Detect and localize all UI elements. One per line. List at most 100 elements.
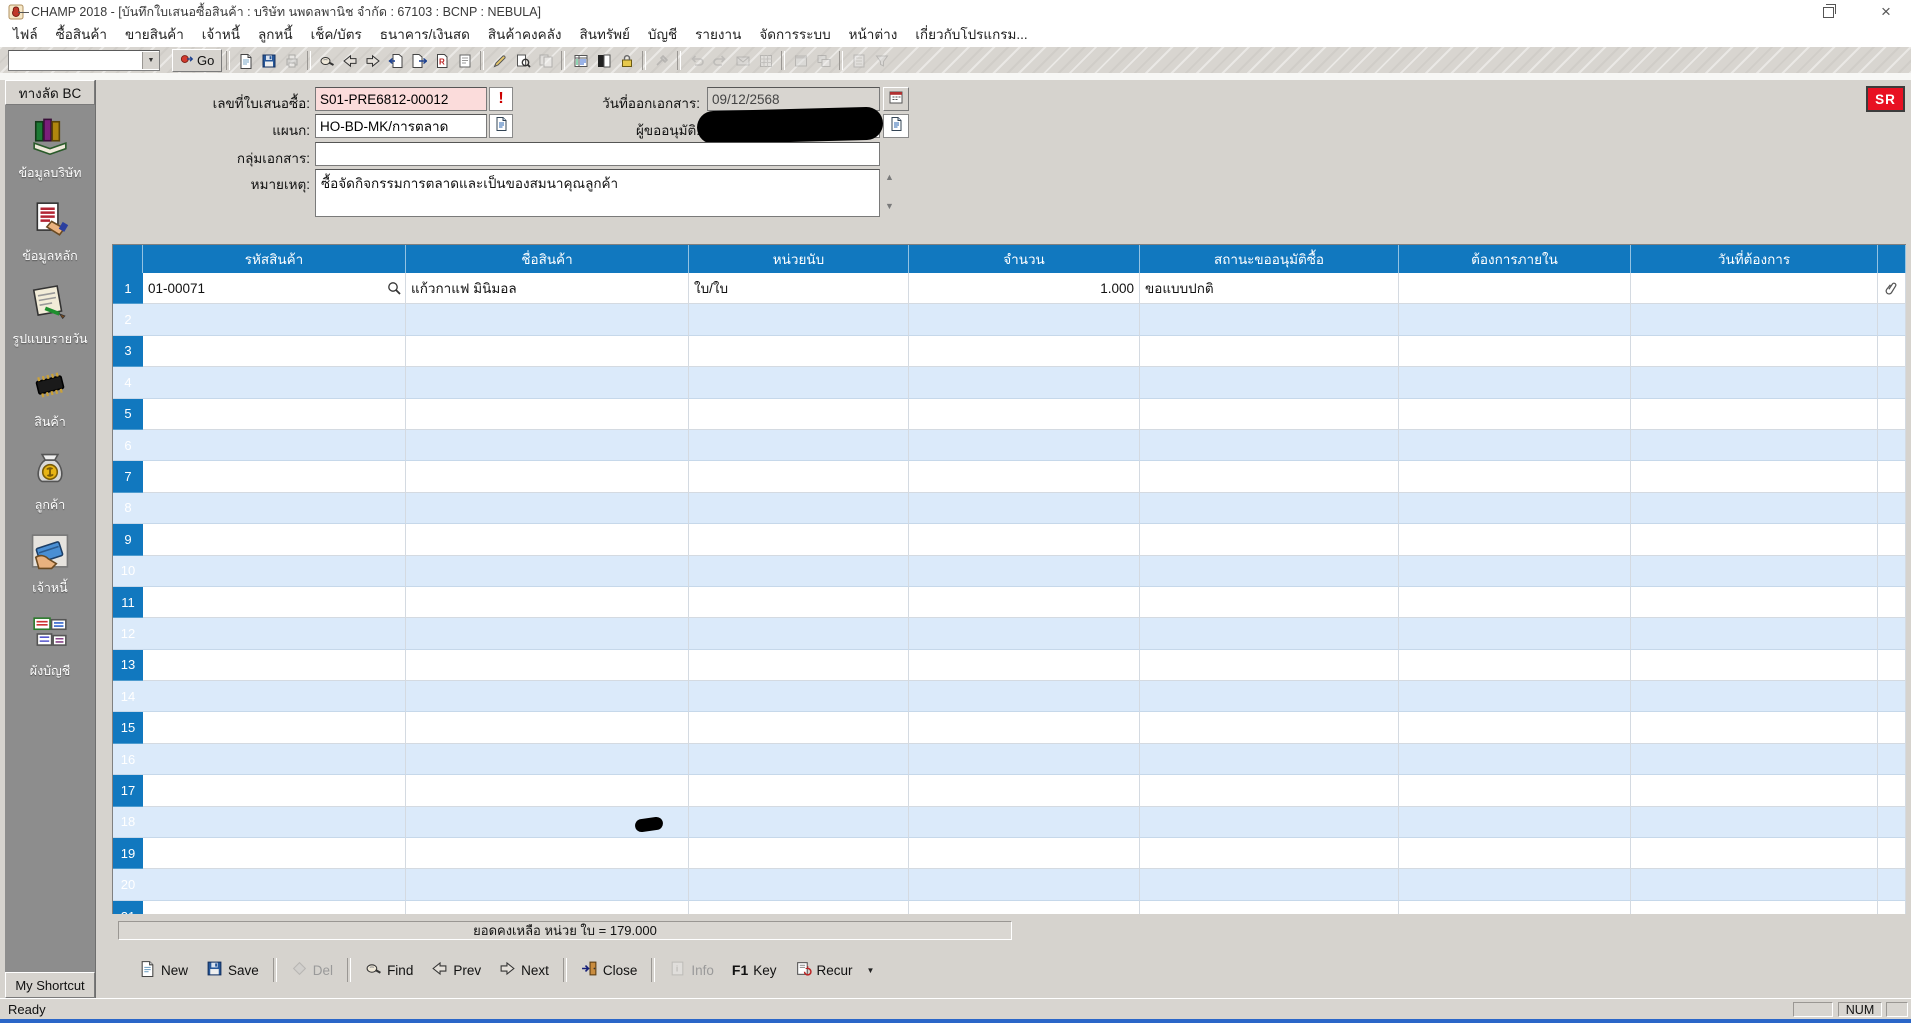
cell-need_within[interactable] xyxy=(1399,806,1631,839)
cell-attach[interactable] xyxy=(1878,900,1906,914)
cell-need_date[interactable] xyxy=(1631,273,1878,305)
cell-name[interactable] xyxy=(406,838,689,870)
cell-qty[interactable] xyxy=(909,712,1140,744)
sidebar-item-product-chip[interactable]: สินค้า xyxy=(28,366,72,432)
view-doc-icon[interactable] xyxy=(454,50,475,71)
sidebar-item-customer-bag[interactable]: ลูกค้า xyxy=(28,449,72,515)
cell-code[interactable] xyxy=(143,712,406,744)
menu-item-14[interactable]: เกี่ยวกับโปรแกรม... xyxy=(906,24,1036,46)
menu-item-1[interactable]: ไฟล์ xyxy=(4,24,47,46)
my-shortcut-button[interactable]: My Shortcut xyxy=(5,972,95,998)
doc-no-field[interactable] xyxy=(315,87,487,111)
cell-name[interactable] xyxy=(406,367,689,399)
cell-qty[interactable]: 1.000 xyxy=(909,273,1140,305)
cell-need_date[interactable] xyxy=(1631,869,1878,901)
preview-icon[interactable] xyxy=(512,50,533,71)
cell-status[interactable] xyxy=(1140,492,1399,525)
cell-unit[interactable] xyxy=(689,398,909,430)
cell-status[interactable] xyxy=(1140,900,1399,914)
cell-need_date[interactable] xyxy=(1631,335,1878,368)
chevron-down-icon[interactable]: ▼ xyxy=(142,52,159,69)
cell-need_within[interactable] xyxy=(1399,524,1631,556)
cell-need_within[interactable] xyxy=(1399,618,1631,650)
row-number[interactable]: 10 xyxy=(113,555,143,587)
cell-need_within[interactable] xyxy=(1399,492,1631,525)
sidebar-item-vendor-card[interactable]: เจ้าหนี้ xyxy=(28,532,72,598)
row-number[interactable]: 15 xyxy=(113,712,143,744)
cell-unit[interactable] xyxy=(689,492,909,525)
cell-status[interactable] xyxy=(1140,367,1399,399)
key-button[interactable]: F1 Key xyxy=(723,957,786,983)
row-number[interactable]: 12 xyxy=(113,618,143,650)
cell-need_date[interactable] xyxy=(1631,586,1878,619)
menu-item-13[interactable]: หน้าต่าง xyxy=(840,24,907,46)
next-button[interactable]: Next xyxy=(490,955,558,985)
cell-name[interactable] xyxy=(406,304,689,336)
cell-qty[interactable] xyxy=(909,524,1140,556)
cell-qty[interactable] xyxy=(909,555,1140,587)
row-number[interactable]: 2 xyxy=(113,304,143,336)
cell-status[interactable] xyxy=(1140,555,1399,587)
cell-attach[interactable] xyxy=(1878,618,1906,650)
cell-unit[interactable] xyxy=(689,712,909,744)
cell-need_date[interactable] xyxy=(1631,775,1878,807)
cell-qty[interactable] xyxy=(909,586,1140,619)
minimize-button[interactable] xyxy=(0,0,46,24)
prev-icon[interactable] xyxy=(339,50,360,71)
cell-qty[interactable] xyxy=(909,304,1140,336)
cell-need_within[interactable] xyxy=(1399,461,1631,493)
cell-need_date[interactable] xyxy=(1631,649,1878,682)
cell-attach[interactable] xyxy=(1878,461,1906,493)
cell-need_within[interactable] xyxy=(1399,649,1631,682)
cell-need_within[interactable] xyxy=(1399,429,1631,462)
cell-name[interactable] xyxy=(406,524,689,556)
cell-code[interactable] xyxy=(143,743,406,776)
calendar-button[interactable] xyxy=(883,87,909,111)
cell-unit[interactable] xyxy=(689,869,909,901)
department-field[interactable] xyxy=(315,114,487,138)
close-button[interactable]: Close xyxy=(572,955,647,985)
cell-unit[interactable] xyxy=(689,335,909,368)
cell-need_date[interactable] xyxy=(1631,398,1878,430)
cell-code[interactable] xyxy=(143,586,406,619)
cell-qty[interactable] xyxy=(909,743,1140,776)
restore-button[interactable] xyxy=(1805,0,1851,24)
cell-name[interactable]: แก้วกาแฟ มินิมอล xyxy=(406,273,689,305)
cell-name[interactable] xyxy=(406,869,689,901)
row-number[interactable]: 20 xyxy=(113,869,143,901)
cell-code[interactable] xyxy=(143,555,406,587)
cell-need_date[interactable] xyxy=(1631,304,1878,336)
cell-unit[interactable] xyxy=(689,555,909,587)
cell-attach[interactable] xyxy=(1878,429,1906,462)
scroll-down-icon[interactable]: ▼ xyxy=(885,201,894,211)
cell-attach[interactable] xyxy=(1878,681,1906,713)
row-number[interactable]: 6 xyxy=(113,429,143,462)
sidebar-header-tab[interactable]: ทางลัด BC xyxy=(5,80,95,105)
cell-status[interactable] xyxy=(1140,869,1399,901)
cell-status[interactable] xyxy=(1140,304,1399,336)
cell-need_date[interactable] xyxy=(1631,524,1878,556)
cell-name[interactable] xyxy=(406,335,689,368)
save-icon[interactable] xyxy=(258,50,279,71)
chevron-down-icon[interactable]: ▼ xyxy=(858,966,875,975)
doc-group-field[interactable] xyxy=(315,142,880,166)
cell-name[interactable] xyxy=(406,649,689,682)
cell-need_date[interactable] xyxy=(1631,806,1878,839)
row-number[interactable]: 8 xyxy=(113,492,143,525)
cell-qty[interactable] xyxy=(909,335,1140,368)
cell-attach[interactable] xyxy=(1878,492,1906,525)
cell-attach[interactable] xyxy=(1878,273,1906,305)
cell-qty[interactable] xyxy=(909,838,1140,870)
row-number[interactable]: 4 xyxy=(113,367,143,399)
cell-status[interactable] xyxy=(1140,586,1399,619)
scroll-up-icon[interactable]: ▲ xyxy=(885,172,894,182)
cell-need_within[interactable] xyxy=(1399,367,1631,399)
cell-qty[interactable] xyxy=(909,367,1140,399)
new-doc-icon[interactable] xyxy=(235,50,256,71)
row-number[interactable]: 21 xyxy=(113,900,143,914)
cell-code[interactable] xyxy=(143,900,406,914)
lookup-icon[interactable] xyxy=(386,280,402,296)
menu-item-9[interactable]: สินทรัพย์ xyxy=(570,24,638,46)
cell-need_date[interactable] xyxy=(1631,838,1878,870)
cell-status[interactable] xyxy=(1140,461,1399,493)
